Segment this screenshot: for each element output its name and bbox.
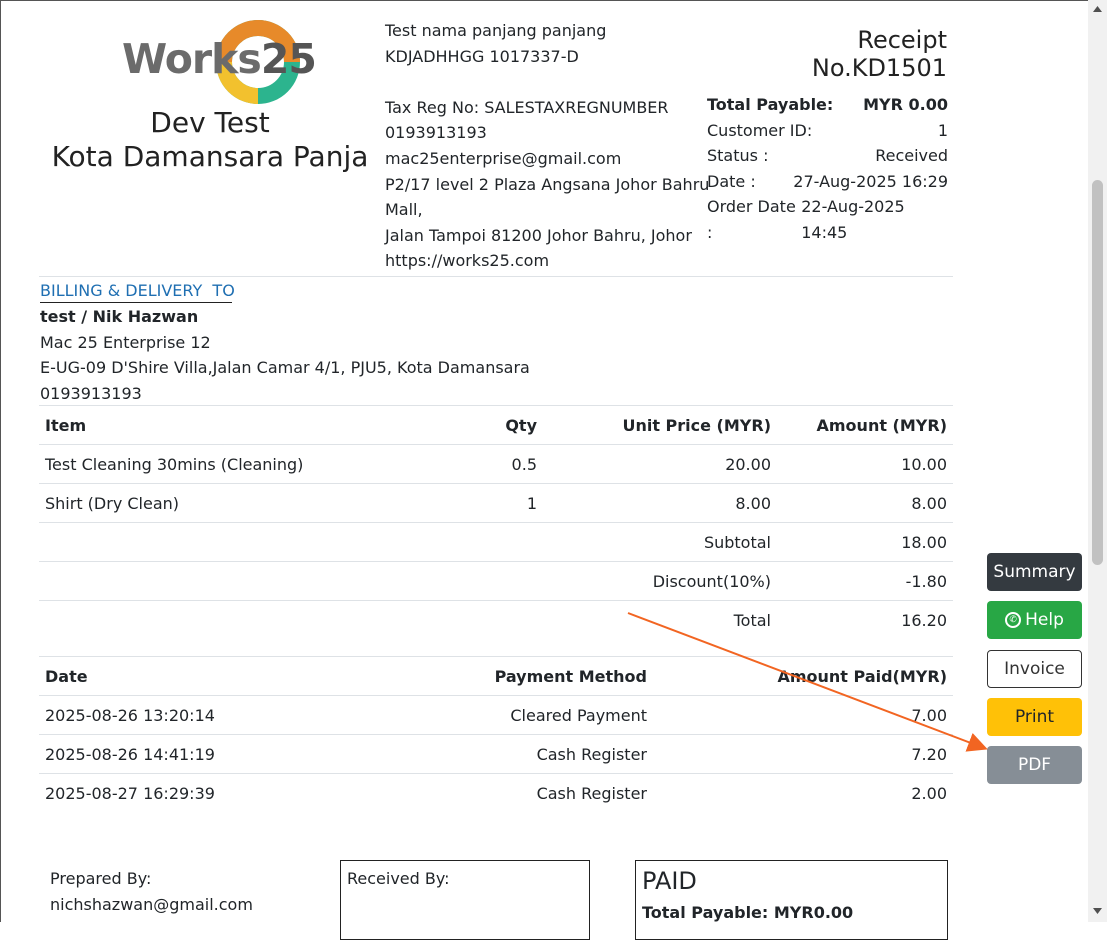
payment-method: Cash Register (351, 734, 653, 774)
billing-address-block: test / Nik Hazwan Mac 25 Enterprise 12 E… (40, 304, 530, 406)
status-label: Status : (707, 146, 769, 166)
date-value: 27-Aug-2025 16:29 (793, 171, 948, 191)
company-address-3: Jalan Tampoi 81200 Johor Bahru, Johor (385, 225, 692, 245)
help-button[interactable]: ✆ Help (987, 601, 1082, 639)
pdf-button[interactable]: PDF (987, 746, 1082, 784)
item-amount: 8.00 (777, 483, 953, 523)
subtotal-value: 18.00 (777, 522, 953, 562)
prepared-by-label: Prepared By: (50, 869, 152, 888)
company-phone: 0193913193 (385, 123, 487, 143)
company-email: mac25enterprise@gmail.com (385, 148, 622, 168)
receipt-number: No.KD1501 (811, 54, 947, 82)
col-payment-method: Payment Method (351, 656, 653, 696)
company-website: https://works25.com (385, 251, 550, 271)
company-name: Test nama panjang panjang (385, 21, 607, 40)
status-value: Received (875, 146, 948, 166)
receipt-title: Receipt No.KD1501 (812, 26, 947, 82)
total-payable-label: Total Payable: (707, 95, 834, 114)
customer-id-label: Customer ID: (707, 120, 813, 140)
received-by-label: Received By: (347, 869, 450, 888)
works25-logo: Works25 (120, 18, 317, 106)
scrollbar-thumb[interactable] (1092, 180, 1103, 565)
store-area: Kota Damansara Panja (51, 140, 369, 173)
items-header-row: Item Qty Unit Price (MYR) Amount (MYR) (39, 405, 953, 445)
item-unit-price: 8.00 (543, 483, 777, 523)
item-qty: 0.5 (481, 444, 543, 484)
payment-method: Cleared Payment (351, 695, 653, 735)
company-address-1: P2/17 level 2 Plaza Angsana Johor Bahru (385, 174, 710, 194)
payment-method: Cash Register (351, 773, 653, 812)
payment-date: 2025-08-26 14:41:19 (39, 734, 351, 774)
table-row: Shirt (Dry Clean) 1 8.00 8.00 (39, 483, 953, 523)
customer-phone: 0193913193 (40, 383, 142, 403)
item-name: Test Cleaning 30mins (Cleaning) (39, 444, 481, 484)
discount-value: -1.80 (777, 561, 953, 601)
date-label: Date : (707, 171, 756, 191)
customer-name: test / Nik Hazwan (40, 307, 199, 326)
col-item: Item (39, 405, 481, 445)
help-button-label: Help (1025, 610, 1064, 630)
company-info: Test nama panjang panjang KDJADHHGG 1017… (385, 18, 709, 274)
payment-date: 2025-08-27 16:29:39 (39, 773, 351, 812)
scroll-up-arrow-icon[interactable] (1092, 4, 1103, 14)
table-row: 2025-08-27 16:29:39 Cash Register 2.00 (39, 773, 953, 812)
item-name: Shirt (Dry Clean) (39, 483, 481, 523)
whatsapp-icon: ✆ (1005, 612, 1022, 628)
customer-id-value: 1 (937, 120, 948, 140)
total-payable-value: MYR 0.00 (863, 95, 948, 114)
payment-amount: 2.00 (653, 773, 953, 812)
paid-label: PAID (642, 867, 697, 895)
order-date-label: Order Date : (707, 197, 796, 242)
col-qty: Qty (481, 405, 543, 445)
item-qty: 1 (481, 483, 543, 523)
customer-company: Mac 25 Enterprise 12 (40, 332, 211, 352)
item-unit-price: 20.00 (543, 444, 777, 484)
company-taxreg: Tax Reg No: SALESTAXREGNUMBER (385, 97, 669, 117)
invoice-button[interactable]: Invoice (987, 650, 1082, 688)
summary-button[interactable]: Summary (987, 553, 1082, 591)
table-row: Test Cleaning 30mins (Cleaning) 0.5 20.0… (39, 444, 953, 484)
col-date: Date (39, 656, 351, 696)
prepared-by-value: nichshazwan@gmail.com (50, 895, 253, 914)
receipt-label: Receipt (857, 26, 947, 54)
item-amount: 10.00 (777, 444, 953, 484)
subtotal-row: Subtotal 18.00 (39, 522, 953, 562)
receipt-summary: Total Payable: MYR 0.00 Customer ID: 1 Sta… (707, 92, 948, 246)
window-left-border (0, 0, 1, 922)
company-reg: KDJADHHGG 1017337-D (385, 46, 579, 66)
paid-total: Total Payable: MYR0.00 (642, 903, 854, 922)
paid-box: PAID Total Payable: MYR0.00 (635, 860, 948, 940)
company-address-2: Mall, (385, 200, 423, 220)
billing-heading: BILLING & DELIVERY TO (40, 280, 235, 303)
window-top-border (0, 0, 1107, 1)
divider (39, 276, 953, 277)
subtotal-label: Subtotal (543, 522, 777, 562)
col-amount: Amount (MYR) (777, 405, 953, 445)
scroll-down-arrow-icon[interactable] (1092, 906, 1103, 916)
items-table: Item Qty Unit Price (MYR) Amount (MYR) T… (39, 405, 953, 639)
discount-row: Discount(10%) -1.80 (39, 561, 953, 601)
company-spacer (385, 69, 709, 95)
annotation-arrow (627, 612, 988, 752)
received-by-box: Received By: (340, 860, 590, 940)
order-date-value: 22-Aug-2025 14:45 (801, 197, 905, 242)
print-button[interactable]: Print (987, 698, 1082, 736)
customer-address: E-UG-09 D'Shire Villa,Jalan Camar 4/1, P… (40, 358, 530, 378)
logo-wordmark: Works25 (122, 35, 317, 83)
store-name: Dev Test (150, 106, 270, 139)
discount-label: Discount(10%) (543, 561, 777, 601)
payment-date: 2025-08-26 13:20:14 (39, 695, 351, 735)
col-unit-price: Unit Price (MYR) (543, 405, 777, 445)
prepared-by: Prepared By: nichshazwan@gmail.com (50, 866, 253, 918)
